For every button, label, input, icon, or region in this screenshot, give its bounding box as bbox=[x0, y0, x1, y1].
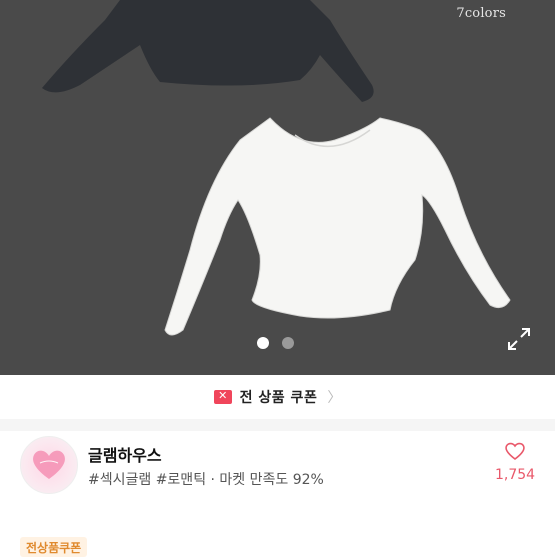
heart-logo-icon bbox=[33, 450, 65, 479]
product-image-carousel[interactable]: 7colors bbox=[0, 0, 555, 375]
shop-tags: #섹시글램 #로맨틱 · 마켓 만족도 92% bbox=[88, 472, 324, 488]
product-photo bbox=[42, 0, 511, 336]
heart-outline-icon bbox=[505, 442, 525, 461]
carousel-dot-2[interactable] bbox=[282, 337, 294, 349]
like-count: 1,754 bbox=[495, 467, 536, 483]
coupon-label: 전 상품 쿠폰 bbox=[239, 390, 318, 406]
carousel-indicator bbox=[257, 337, 294, 349]
like-button[interactable]: 1,754 bbox=[495, 441, 535, 483]
expand-icon[interactable] bbox=[506, 326, 532, 352]
shop-info-section: 글램하우스 #섹시글램 #로맨틱 · 마켓 만족도 92% 1,754 bbox=[0, 431, 555, 531]
coupon-icon bbox=[213, 389, 232, 404]
shop-avatar[interactable] bbox=[20, 436, 78, 494]
promo-badge: 전상품쿠폰 bbox=[20, 537, 88, 557]
chevron-right-icon: 〉 bbox=[327, 390, 342, 406]
all-products-coupon-button[interactable]: 전 상품 쿠폰 〉 bbox=[0, 375, 555, 420]
shop-name[interactable]: 글램하우스 bbox=[88, 442, 162, 466]
black-top-image bbox=[42, 0, 374, 102]
section-divider bbox=[0, 419, 555, 431]
white-top-image bbox=[164, 117, 511, 336]
carousel-dot-1[interactable] bbox=[257, 337, 269, 349]
